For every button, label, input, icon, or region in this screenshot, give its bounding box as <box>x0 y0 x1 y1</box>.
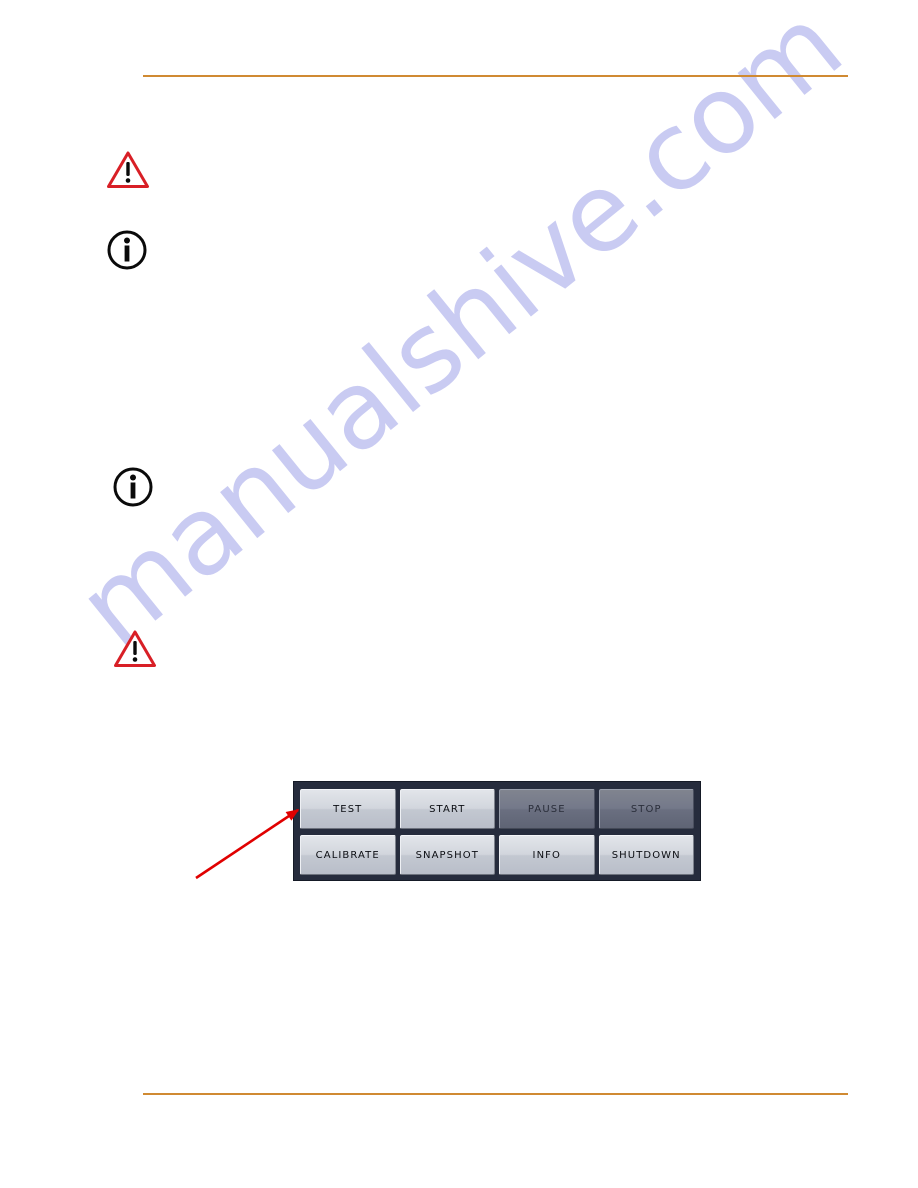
watermark-text: manualshive.com <box>55 0 865 672</box>
pause-button[interactable]: PAUSE <box>499 789 595 829</box>
warning-triangle-icon <box>106 150 150 195</box>
test-button[interactable]: TEST <box>300 789 396 829</box>
info-circle-icon <box>106 229 148 276</box>
stop-button[interactable]: STOP <box>598 789 694 829</box>
footer-rule <box>143 1093 848 1095</box>
info-circle-icon <box>112 466 154 513</box>
header-rule <box>143 75 848 77</box>
calibrate-button[interactable]: CALIBRATE <box>300 835 396 875</box>
control-panel: TEST START PAUSE STOP CALIBRATE SNAPSHOT… <box>293 781 701 881</box>
control-panel-row-1: TEST START PAUSE STOP <box>300 789 694 829</box>
control-panel-row-2: CALIBRATE SNAPSHOT INFO SHUTDOWN <box>300 835 694 875</box>
start-button[interactable]: START <box>399 789 495 829</box>
snapshot-button[interactable]: SNAPSHOT <box>399 835 495 875</box>
document-page: manualshive.com TEST START PAUSE STOP CA… <box>0 0 918 1188</box>
shutdown-button[interactable]: SHUTDOWN <box>598 835 694 875</box>
warning-triangle-icon <box>113 629 157 674</box>
info-button[interactable]: INFO <box>499 835 595 875</box>
